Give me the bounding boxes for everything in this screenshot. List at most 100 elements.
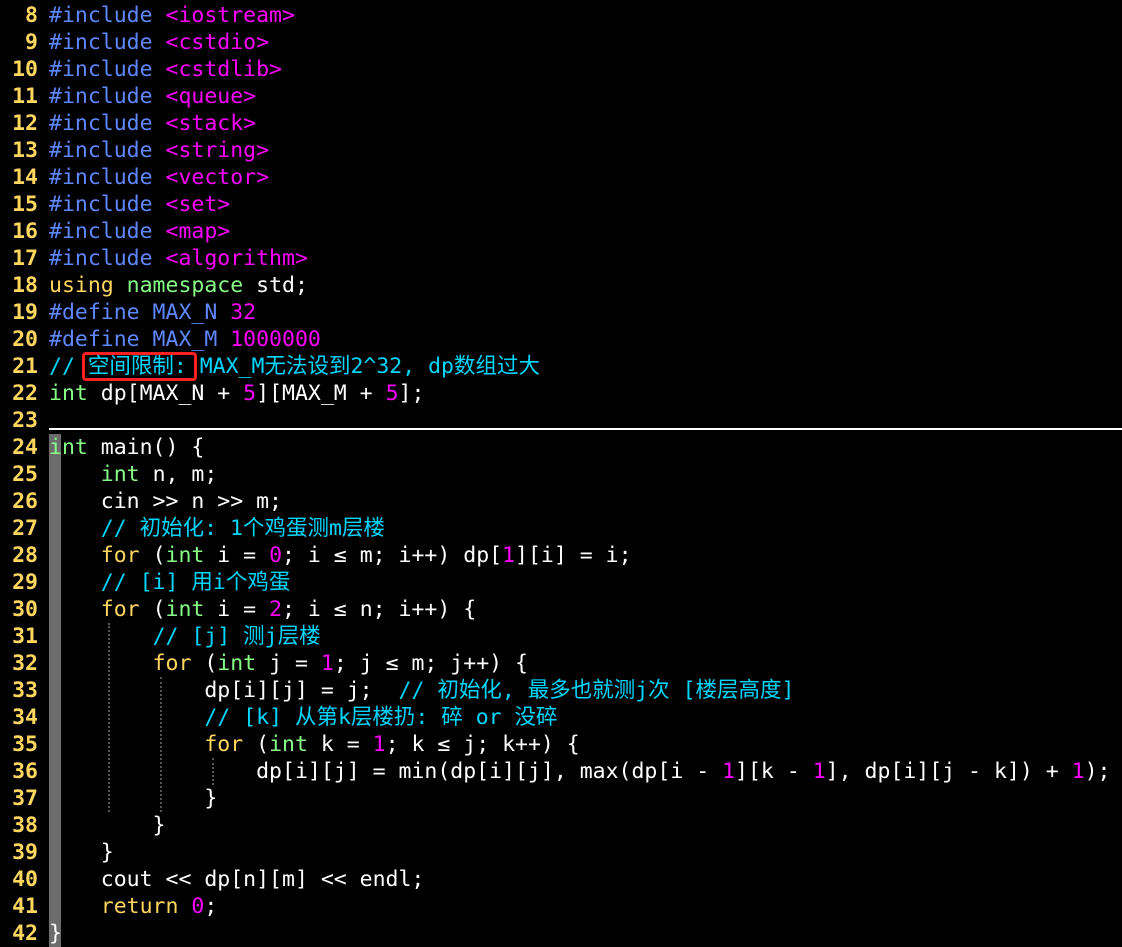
code-token: 5 bbox=[243, 381, 257, 406]
code-line[interactable]: 9 #include <cstdio> bbox=[0, 29, 1122, 56]
code-line[interactable]: 30 for (int i = 2; i ≤ n; i++) { bbox=[0, 596, 1122, 623]
line-number: 14 bbox=[12, 165, 38, 190]
code-token: int bbox=[165, 597, 218, 622]
code-token: } bbox=[49, 921, 62, 946]
code-line[interactable]: 24 int main() { bbox=[0, 434, 1122, 461]
code-token: // [i] 用i个鸡蛋 bbox=[100, 570, 291, 595]
code-line[interactable]: 37 } bbox=[0, 785, 1122, 812]
line-number: 21 bbox=[12, 354, 38, 379]
line-number: 8 bbox=[25, 3, 38, 28]
code-token: int bbox=[217, 651, 270, 676]
code-token: ], dp[i][j - k]) + bbox=[825, 759, 1072, 784]
code-token: 1 bbox=[812, 759, 826, 784]
code-text: #include <string> bbox=[49, 137, 269, 164]
code-token: dp[i][j] = min(dp[i][j], max(dp[i - bbox=[49, 759, 723, 784]
code-line[interactable]: 12 #include <stack> bbox=[0, 110, 1122, 137]
code-text: int dp[MAX_N + 5][MAX_M + 5]; bbox=[49, 380, 424, 407]
code-line[interactable]: 35 for (int k = 1; k ≤ j; k++) { bbox=[0, 731, 1122, 758]
indent-guide bbox=[160, 677, 162, 812]
code-token: #include bbox=[49, 192, 166, 217]
line-number: 27 bbox=[12, 516, 38, 541]
code-line[interactable]: 40 cout << dp[n][m] << endl; bbox=[0, 866, 1122, 893]
code-line[interactable]: 29 // [i] 用i个鸡蛋 bbox=[0, 569, 1122, 596]
code-line[interactable]: 41 return 0; bbox=[0, 893, 1122, 920]
line-number: 19 bbox=[12, 300, 38, 325]
line-number: 25 bbox=[12, 462, 38, 487]
code-token: <string> bbox=[165, 138, 270, 163]
line-number: 36 bbox=[12, 759, 38, 784]
code-line[interactable]: 17 #include <algorithm> bbox=[0, 245, 1122, 272]
code-text: #include <algorithm> bbox=[49, 245, 308, 272]
code-token: // 初始化, 最多也就测j次 [楼层高度] bbox=[398, 678, 795, 703]
code-line[interactable]: 31 // [j] 测j层楼 bbox=[0, 623, 1122, 650]
line-number: 12 bbox=[12, 111, 38, 136]
code-text: } bbox=[49, 785, 217, 812]
code-line[interactable]: 11 #include <queue> bbox=[0, 83, 1122, 110]
code-token: int bbox=[49, 435, 101, 460]
code-text: #include <vector> bbox=[49, 164, 269, 191]
code-text: // [k] 从第k层楼扔: 碎 or 没碎 bbox=[49, 704, 557, 731]
code-line[interactable]: 16 #include <map> bbox=[0, 218, 1122, 245]
code-line[interactable]: 38 } bbox=[0, 812, 1122, 839]
code-line[interactable]: 15 #include <set> bbox=[0, 191, 1122, 218]
code-text: #include <iostream> bbox=[49, 2, 295, 29]
line-number: 35 bbox=[12, 732, 38, 757]
code-line[interactable]: 28 for (int i = 0; i ≤ m; i++) dp[1][i] … bbox=[0, 542, 1122, 569]
code-token: #include bbox=[49, 30, 166, 55]
code-token: ; bbox=[204, 894, 218, 919]
code-token: 1 bbox=[372, 732, 386, 757]
code-editor[interactable]: 8 #include <iostream> 9 #include <cstdio> 10… bbox=[0, 0, 1122, 947]
code-token: dp[MAX_N + bbox=[100, 381, 244, 406]
code-token: #include bbox=[49, 111, 166, 136]
code-token: namespace bbox=[126, 273, 257, 298]
code-line[interactable]: 14 #include <vector> bbox=[0, 164, 1122, 191]
code-line[interactable]: 33 dp[i][j] = j; // 初始化, 最多也就测j次 [楼层高度] bbox=[0, 677, 1122, 704]
code-line[interactable]: 36 dp[i][j] = min(dp[i][j], max(dp[i - 1… bbox=[0, 758, 1122, 785]
code-token: ][k - bbox=[735, 759, 813, 784]
code-token: ( bbox=[204, 651, 218, 676]
code-line[interactable]: 10 #include <cstdlib> bbox=[0, 56, 1122, 83]
code-token: j = bbox=[269, 651, 321, 676]
code-line[interactable]: 32 for (int j = 1; j ≤ m; j++) { bbox=[0, 650, 1122, 677]
line-number: 15 bbox=[12, 192, 38, 217]
code-text: return 0; bbox=[49, 893, 218, 920]
code-token: // 初始化: 1个鸡蛋测m层楼 bbox=[100, 516, 385, 541]
code-text: // 初始化: 1个鸡蛋测m层楼 bbox=[49, 515, 385, 542]
code-line[interactable]: 20 #define MAX_M 1000000 bbox=[0, 326, 1122, 353]
annotation-highlight-box bbox=[82, 352, 197, 381]
code-line[interactable]: 19 #define MAX_N 32 bbox=[0, 299, 1122, 326]
split-separator bbox=[49, 428, 1122, 430]
line-number: 16 bbox=[12, 219, 38, 244]
code-token: ( bbox=[152, 543, 166, 568]
code-token: int bbox=[100, 462, 153, 487]
code-line[interactable]: 22 int dp[MAX_N + 5][MAX_M + 5]; bbox=[0, 380, 1122, 407]
code-line[interactable]: 27 // 初始化: 1个鸡蛋测m层楼 bbox=[0, 515, 1122, 542]
line-number: 13 bbox=[12, 138, 38, 163]
code-token: 1 bbox=[502, 543, 516, 568]
code-line[interactable]: 26 cin >> n >> m; bbox=[0, 488, 1122, 515]
line-number: 33 bbox=[12, 678, 38, 703]
code-token: <algorithm> bbox=[165, 246, 308, 271]
code-token: i = bbox=[217, 543, 270, 568]
code-line[interactable]: 8 #include <iostream> bbox=[0, 2, 1122, 29]
code-line[interactable]: 25 int n, m; bbox=[0, 461, 1122, 488]
code-text: cin >> n >> m; bbox=[49, 488, 282, 515]
code-line[interactable]: 34 // [k] 从第k层楼扔: 碎 or 没碎 bbox=[0, 704, 1122, 731]
code-token: ; j ≤ m; j++) { bbox=[333, 651, 528, 676]
code-token: } bbox=[49, 813, 166, 838]
code-token: 1 bbox=[722, 759, 736, 784]
code-token: <set> bbox=[165, 192, 231, 217]
code-line[interactable]: 18 using namespace std; bbox=[0, 272, 1122, 299]
line-number: 39 bbox=[12, 840, 38, 865]
code-text: for (int i = 2; i ≤ n; i++) { bbox=[49, 596, 476, 623]
code-token: 0 bbox=[269, 543, 283, 568]
code-line[interactable]: 13 #include <string> bbox=[0, 137, 1122, 164]
code-line[interactable]: 39 } bbox=[0, 839, 1122, 866]
code-text: dp[i][j] = min(dp[i][j], max(dp[i - 1][k… bbox=[49, 758, 1110, 785]
indent-guide bbox=[212, 758, 214, 785]
code-text: #include <stack> bbox=[49, 110, 256, 137]
